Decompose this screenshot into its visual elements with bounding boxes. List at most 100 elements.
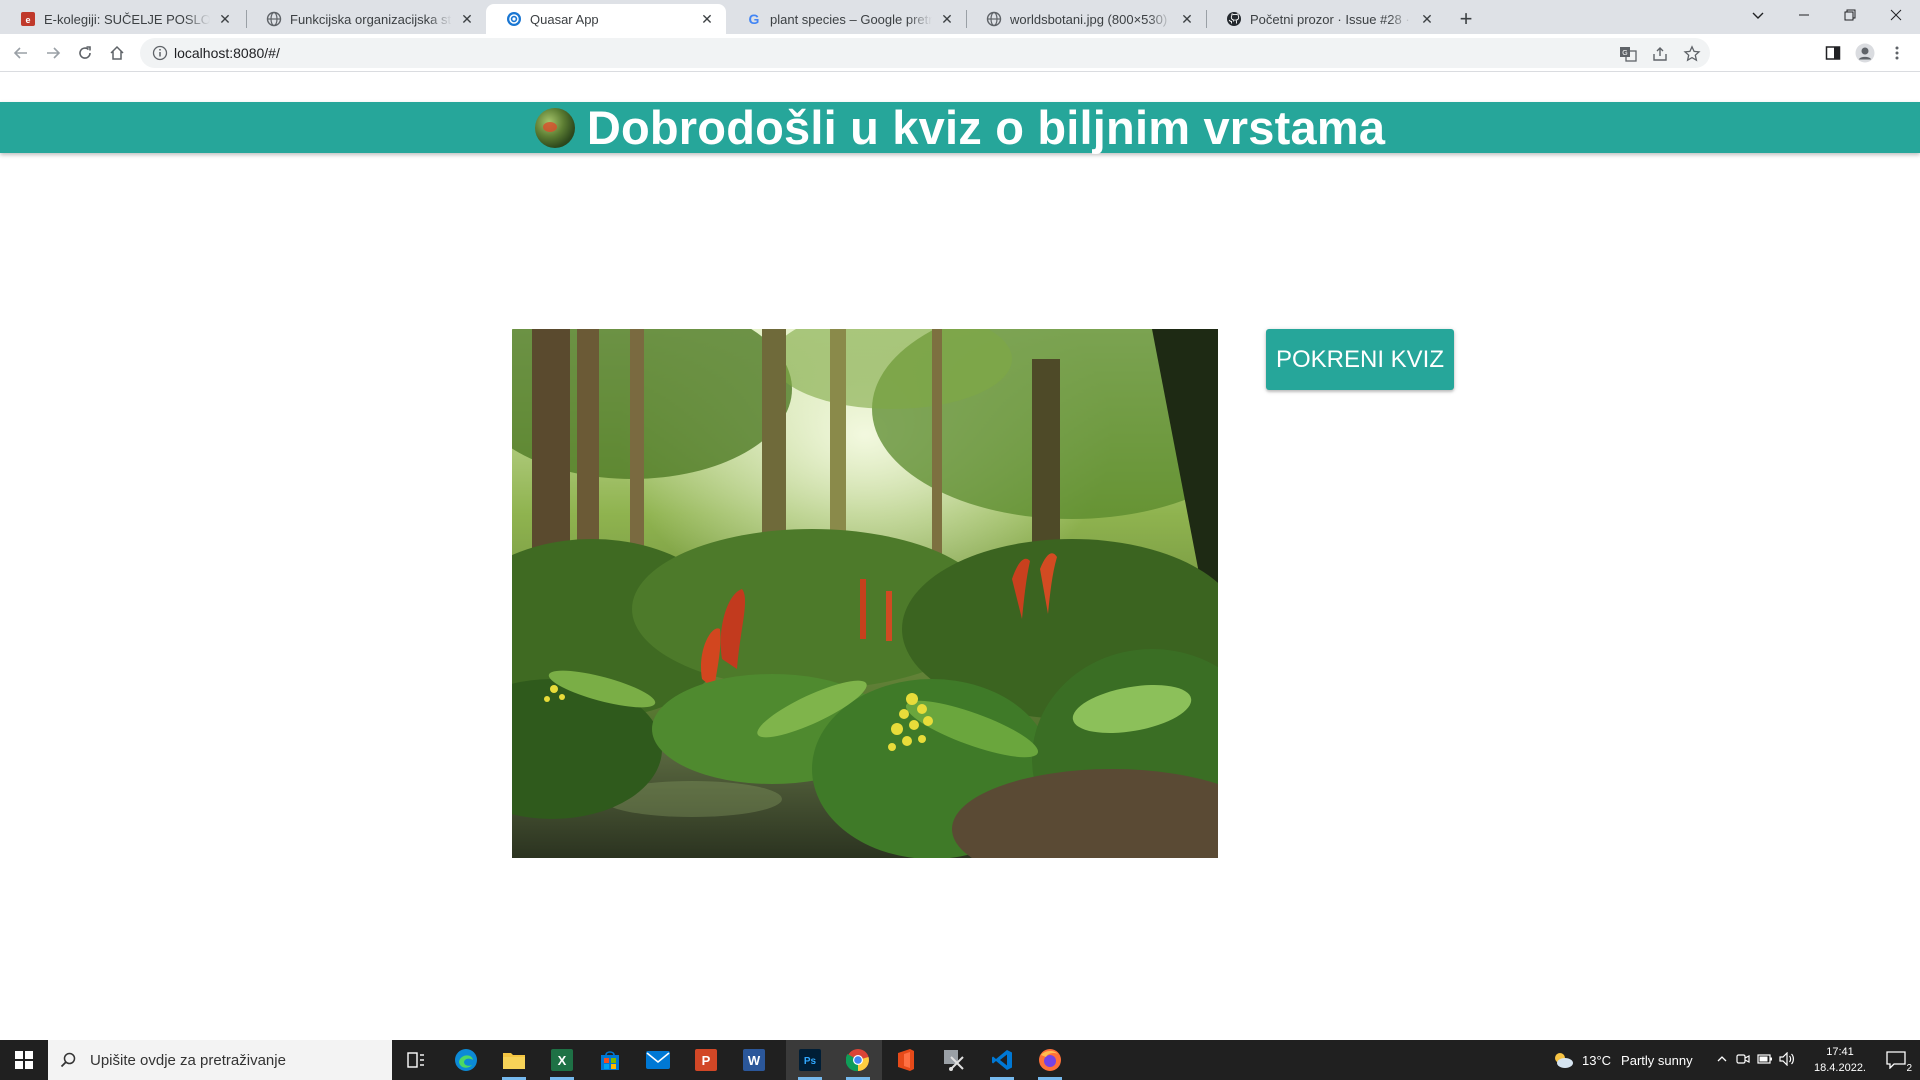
svg-text:G: G	[749, 11, 760, 27]
notification-count: 2	[1906, 1063, 1912, 1074]
weather-desc: Partly sunny	[1621, 1052, 1693, 1068]
file-explorer-icon[interactable]	[490, 1040, 538, 1080]
browser-tab[interactable]: Početni prozor · Issue #28 · vdav ✕	[1206, 4, 1446, 34]
new-tab-button[interactable]: +	[1452, 5, 1480, 33]
pdf-icon: e	[20, 11, 36, 27]
search-icon	[60, 1052, 76, 1068]
menu-button[interactable]	[1886, 42, 1908, 64]
back-button[interactable]	[7, 39, 35, 67]
taskbar-search[interactable]: Upišite ovdje za pretraživanje	[48, 1040, 392, 1080]
close-icon	[1890, 9, 1902, 21]
excel-icon[interactable]: X	[538, 1040, 586, 1080]
browser-tab[interactable]: worldsbotani.jpg (800×530) ✕	[966, 4, 1206, 34]
edge-icon[interactable]	[442, 1040, 490, 1080]
svg-text:P: P	[702, 1053, 711, 1068]
windows-taskbar: Upišite ovdje za pretraživanje X P W Ps	[0, 1040, 1920, 1080]
office-icon[interactable]	[882, 1040, 930, 1080]
close-icon[interactable]: ✕	[458, 10, 476, 28]
quasar-icon	[506, 11, 522, 27]
task-view-icon[interactable]	[392, 1040, 440, 1080]
google-icon: G	[746, 11, 762, 27]
reload-icon	[79, 46, 91, 59]
browser-tab[interactable]: e E-kolegiji: SUČELJE POSLOVNIH I ✕	[0, 4, 244, 34]
start-button[interactable]	[0, 1040, 48, 1080]
close-icon[interactable]: ✕	[938, 10, 956, 28]
chrome-icon[interactable]	[834, 1040, 882, 1080]
tab-title: E-kolegiji: SUČELJE POSLOVNIH I	[44, 11, 210, 27]
volume-icon[interactable]	[1776, 1051, 1798, 1069]
restore-icon	[1844, 9, 1856, 21]
more-vertical-icon	[1895, 46, 1899, 60]
github-icon	[1226, 11, 1242, 27]
start-quiz-button[interactable]: POKRENI KVIZ	[1266, 329, 1454, 390]
tab-title: plant species – Google pretraživa	[770, 11, 932, 27]
globe-icon	[266, 11, 282, 27]
tab-title: Quasar App	[530, 11, 599, 27]
share-icon[interactable]	[1651, 45, 1669, 63]
meet-now-icon[interactable]	[1732, 1052, 1754, 1069]
translate-icon[interactable]: G	[1619, 45, 1637, 63]
store-icon[interactable]	[586, 1040, 634, 1080]
profile-button[interactable]	[1854, 42, 1876, 64]
notification-center-button[interactable]: 2	[1878, 1040, 1914, 1080]
minimize-button[interactable]	[1782, 0, 1826, 30]
browser-tab[interactable]: Funkcijska organizacijska struktu ✕	[246, 4, 486, 34]
svg-text:Ps: Ps	[804, 1056, 817, 1067]
info-icon[interactable]	[152, 45, 168, 61]
vscode-icon[interactable]	[978, 1040, 1026, 1080]
app-header: Dobrodošli u kviz o biljnim vrstama	[0, 101, 1920, 154]
chevron-up-icon[interactable]	[1712, 1053, 1732, 1068]
battery-icon[interactable]	[1754, 1053, 1776, 1068]
close-icon[interactable]: ✕	[216, 10, 234, 28]
arrow-right-icon	[47, 47, 61, 59]
photoshop-icon[interactable]: Ps	[786, 1040, 834, 1080]
tab-title: worldsbotani.jpg (800×530)	[1010, 11, 1168, 27]
browser-tab-active[interactable]: Quasar App ✕	[486, 4, 726, 34]
partly-sunny-icon	[1555, 1053, 1573, 1068]
close-icon[interactable]: ✕	[1418, 10, 1436, 28]
tab-title: Početni prozor · Issue #28 · vdav	[1250, 11, 1412, 27]
reload-button[interactable]	[71, 39, 99, 67]
home-button[interactable]	[103, 39, 131, 67]
app-logo	[534, 107, 575, 148]
star-icon[interactable]	[1683, 45, 1701, 63]
powerpoint-icon[interactable]: P	[682, 1040, 730, 1080]
close-icon[interactable]: ✕	[1178, 10, 1196, 28]
side-panel-icon	[1825, 46, 1841, 60]
svg-text:e: e	[25, 15, 30, 25]
weather-temp: 13°C	[1582, 1052, 1612, 1068]
snipping-tool-icon[interactable]	[930, 1040, 978, 1080]
svg-text:G: G	[1622, 50, 1627, 57]
tab-title: Funkcijska organizacijska struktu	[290, 11, 452, 27]
home-icon	[110, 45, 124, 60]
arrow-left-icon	[13, 47, 27, 59]
url-text: localhost:8080/#/	[174, 45, 280, 61]
system-tray	[1712, 1040, 1798, 1080]
tab-search-button[interactable]	[1736, 0, 1780, 30]
chevron-down-icon	[1752, 12, 1764, 19]
firefox-icon[interactable]	[1026, 1040, 1074, 1080]
browser-tab[interactable]: G plant species – Google pretraživa ✕	[726, 4, 966, 34]
hero-image	[512, 329, 1218, 858]
side-panel-button[interactable]	[1822, 42, 1844, 64]
restore-button[interactable]	[1828, 0, 1872, 30]
windows-icon	[15, 1051, 33, 1069]
forward-button[interactable]	[39, 39, 67, 67]
page-title: Dobrodošli u kviz o biljnim vrstama	[586, 101, 1386, 154]
browser-tab-strip: e E-kolegiji: SUČELJE POSLOVNIH I ✕ Funk…	[0, 0, 1920, 34]
close-window-button[interactable]	[1874, 0, 1918, 30]
taskbar-clock[interactable]: 17:41 18.4.2022.	[1800, 1044, 1880, 1076]
avatar-icon	[1855, 43, 1875, 63]
svg-text:W: W	[748, 1053, 761, 1068]
browser-toolbar: localhost:8080/#/ G	[0, 34, 1920, 72]
close-icon[interactable]: ✕	[698, 10, 716, 28]
weather-widget[interactable]: 13°C Partly sunny	[1552, 1040, 1693, 1080]
search-placeholder: Upišite ovdje za pretraživanje	[90, 1051, 286, 1069]
address-bar[interactable]: localhost:8080/#/ G	[140, 38, 1710, 68]
minimize-icon	[1799, 14, 1809, 16]
clock-date: 18.4.2022.	[1814, 1062, 1866, 1074]
clock-time: 17:41	[1826, 1046, 1854, 1058]
notification-icon	[1886, 1051, 1906, 1069]
mail-icon[interactable]	[634, 1040, 682, 1080]
word-icon[interactable]: W	[730, 1040, 778, 1080]
